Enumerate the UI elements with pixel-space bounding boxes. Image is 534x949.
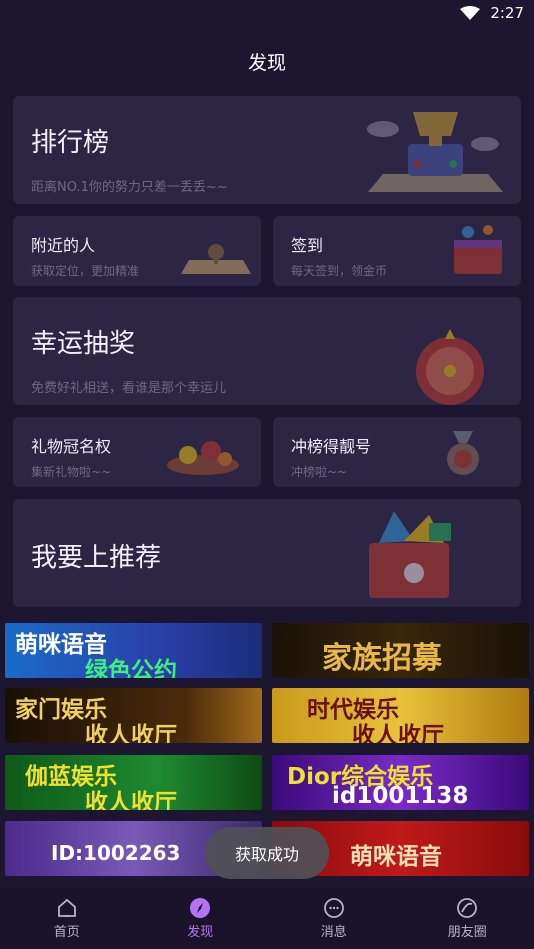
banner-4-line2: 收人收厅 (352, 723, 444, 743)
ranking-subtitle: 距离NO.1你的努力只差一丢丢~~ (31, 180, 228, 195)
banner-2-line1: 家族招募 (322, 641, 442, 676)
compass-icon (190, 898, 211, 918)
lottery-card[interactable]: 幸运抽奖 免费好礼相送，看谁是那个幸运儿 (13, 297, 521, 405)
banner-1-line2: 绿色公约 (85, 658, 177, 678)
home-icon (57, 898, 76, 917)
rank-number-subtitle: 冲榜啦~~ (291, 465, 348, 479)
banner-1[interactable]: 萌咪语音 绿色公约 (5, 623, 262, 678)
bottom-tab-bar: 首页 发现 消息 朋友圈 (0, 888, 534, 949)
medal-icon (447, 431, 479, 475)
recommend-title: 我要上推荐 (31, 543, 162, 573)
checkin-title: 签到 (291, 236, 324, 255)
trophy-icon (367, 112, 503, 192)
message-icon (323, 898, 344, 918)
tab-messages-label: 消息 (320, 925, 347, 940)
rank-number-title: 冲榜得靓号 (291, 437, 372, 456)
nearby-title: 附近的人 (31, 236, 96, 255)
gift-pile-icon (167, 441, 239, 475)
rank-number-card[interactable]: 冲榜得靓号 冲榜啦~~ (273, 417, 521, 487)
tab-moments[interactable]: 朋友圈 (401, 888, 534, 949)
calendar-gift-icon (454, 225, 502, 274)
ranking-title: 排行榜 (31, 128, 110, 158)
lottery-subtitle: 免费好礼相送，看谁是那个幸运儿 (31, 381, 227, 396)
status-icons: 2:27 (460, 4, 524, 22)
toast-message: 获取成功 (205, 827, 329, 879)
banner-5[interactable]: 伽蓝娱乐 收人收厅 (5, 755, 262, 810)
wifi-icon (460, 5, 481, 20)
tab-home-label: 首页 (53, 925, 80, 940)
banner-3[interactable]: 家门娱乐 收人收厅 (5, 688, 262, 743)
status-time: 2:27 (490, 4, 524, 22)
banner-7-line2: ID:1002263 (51, 841, 181, 865)
banner-5-line2: 收人收厅 (85, 790, 177, 810)
tab-moments-label: 朋友圈 (447, 925, 487, 940)
ranking-card[interactable]: 排行榜 距离NO.1你的努力只差一丢丢~~ (13, 96, 521, 204)
tab-discover[interactable]: 发现 (134, 888, 268, 949)
tab-home[interactable]: 首页 (0, 888, 134, 949)
banner-2[interactable]: 家族招募 (272, 623, 529, 678)
banner-4[interactable]: 时代娱乐 收人收厅 (272, 688, 529, 743)
banner-6-line2: id1001138 (332, 783, 469, 809)
gift-naming-title: 礼物冠名权 (31, 437, 112, 456)
gift-box-icon (369, 511, 451, 598)
checkin-card[interactable]: 签到 每天签到，领金币 (273, 216, 521, 286)
checkin-subtitle: 每天签到，领金币 (291, 264, 388, 278)
page-title: 发现 (247, 51, 286, 74)
banner-6[interactable]: Dior综合娱乐 id1001138 (272, 755, 529, 810)
page-header: 发现 (0, 28, 534, 94)
lottery-title: 幸运抽奖 (31, 329, 136, 359)
banner-3-line2: 收人收厅 (85, 723, 177, 743)
tab-messages[interactable]: 消息 (267, 888, 401, 949)
gift-naming-subtitle: 集新礼物啦~~ (31, 465, 112, 479)
prize-wheel-icon (416, 329, 484, 405)
nearby-card[interactable]: 附近的人 获取定位，更加精准 (13, 216, 261, 286)
tab-discover-label: 发现 (187, 925, 214, 940)
banner-8-line1: 萌咪语音 (350, 844, 442, 870)
status-bar: 2:27 (0, 0, 534, 28)
location-map-icon (181, 244, 251, 274)
nearby-subtitle: 获取定位，更加精准 (31, 264, 140, 278)
moments-icon (457, 898, 478, 918)
gift-naming-card[interactable]: 礼物冠名权 集新礼物啦~~ (13, 417, 261, 487)
recommend-card[interactable]: 我要上推荐 (13, 499, 521, 607)
